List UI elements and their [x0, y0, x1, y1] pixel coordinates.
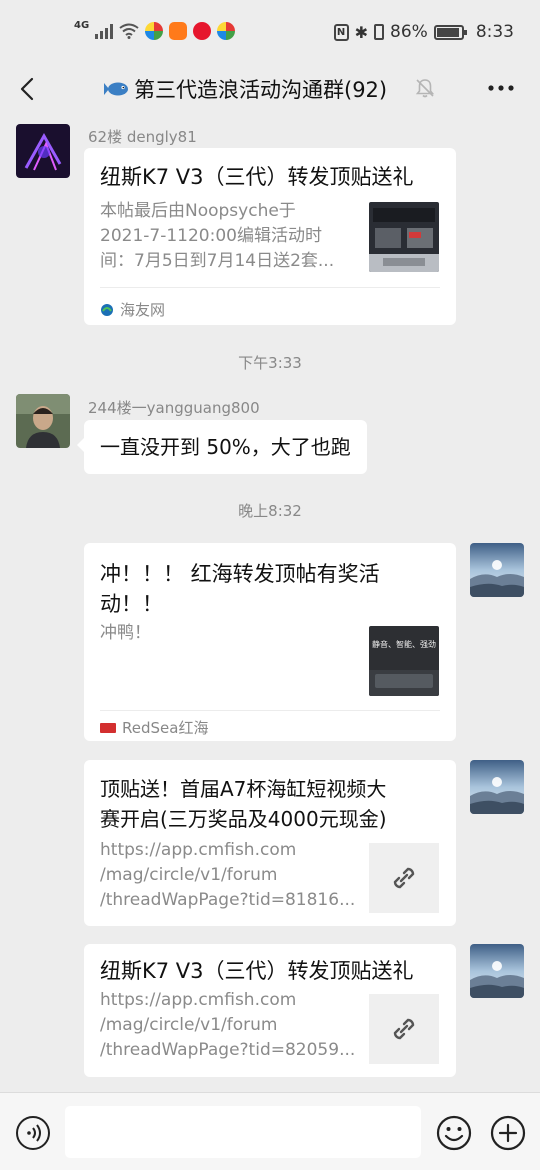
video-app-icon [169, 22, 188, 40]
sender-name: 244楼一yangguang800 [88, 399, 260, 417]
voice-icon [27, 1124, 41, 1142]
card-divider [100, 710, 440, 711]
card-url-line: https://app.cmfish.com [100, 990, 297, 1010]
emoji-icon[interactable] [436, 1115, 472, 1151]
card-title-line: 冲！！！ 红海转发顶帖有奖活 [100, 562, 380, 586]
battery-icon [433, 24, 467, 40]
thumbnail-caption: 静音、智能、强劲 [372, 640, 436, 649]
avatar[interactable] [16, 124, 70, 178]
more-icon[interactable] [486, 78, 516, 98]
card-url: https://app.cmfish.com /mag/circle/v1/fo… [100, 838, 355, 913]
my-avatar[interactable] [470, 944, 524, 998]
link-card[interactable]: 顶贴送！首届A7杯海缸短视频大 赛开启(三万奖品及4000元现金) https:… [84, 760, 456, 926]
chat-title-text: 第三代造浪活动沟通群(92) [134, 78, 388, 102]
status-left: 4G [74, 19, 236, 40]
card-description-line: 本帖最后由Noopsyche于 [100, 201, 296, 221]
chat-title[interactable]: 第三代造浪活动沟通群(92) [104, 74, 387, 104]
card-title: 纽斯K7 V3（三代）转发顶贴送礼 [100, 959, 414, 983]
card-description: 冲鸭！ [100, 623, 151, 643]
back-icon[interactable] [14, 74, 44, 104]
card-url-line: /threadWapPage?tid=82059... [100, 1040, 356, 1060]
link-thumbnail [369, 994, 439, 1064]
avatar[interactable] [16, 394, 70, 448]
article-card[interactable]: 纽斯K7 V3（三代）转发顶贴送礼 本帖最后由Noopsyche于 2021-7… [84, 148, 456, 325]
link-thumbnail [369, 843, 439, 913]
link-icon [393, 867, 415, 889]
link-card[interactable]: 纽斯K7 V3（三代）转发顶贴送礼 https://app.cmfish.com… [84, 944, 456, 1077]
wifi-icon [119, 23, 139, 39]
redsea-logo-icon [100, 722, 116, 733]
card-description: 本帖最后由Noopsyche于 2021-7-1120:00编辑活动时 间：7月… [100, 199, 350, 274]
card-source-name: 海友网 [120, 301, 166, 319]
card-description-line: 间：7月5日到7月14日送2套... [100, 251, 335, 271]
vibrate-icon [374, 24, 385, 40]
message-input[interactable] [65, 1106, 421, 1158]
nav-bar: 第三代造浪活动沟通群(92) [0, 66, 540, 116]
card-url-line: https://app.cmfish.com [100, 840, 297, 860]
card-title: 冲！！！ 红海转发顶帖有奖活 动！！ [100, 559, 430, 619]
card-url-line: /mag/circle/v1/forum [100, 1015, 278, 1035]
card-description-line: 2021-7-1120:00编辑活动时 [100, 226, 322, 246]
card-url-line: /mag/circle/v1/forum [100, 865, 278, 885]
card-thumbnail: 静音、智能、强劲 [369, 626, 439, 696]
text-message[interactable]: 一直没开到 50%，大了也跑 [77, 420, 367, 474]
signal-icon [95, 23, 114, 39]
card-source: RedSea红海 [100, 717, 208, 738]
status-bar: 4G N ✱ 86% 8:33 [0, 0, 540, 66]
card-thumbnail [369, 202, 439, 272]
mute-icon [415, 79, 435, 98]
card-source: 海友网 [100, 299, 165, 320]
card-title: 纽斯K7 V3（三代）转发顶贴送礼 [100, 165, 414, 189]
bluetooth-icon: ✱ [354, 22, 369, 42]
weibo-icon [193, 22, 212, 40]
more-functions-icon[interactable] [490, 1115, 526, 1151]
card-url-line: /threadWapPage?tid=81816... [100, 890, 356, 910]
article-card[interactable]: 冲！！！ 红海转发顶帖有奖活 动！！ 冲鸭！ 静音、智能、强劲 RedSea红海 [84, 543, 456, 741]
network-type: 4G [74, 19, 90, 31]
my-avatar[interactable] [470, 760, 524, 814]
card-divider [100, 287, 440, 288]
app-notification-icon-2 [217, 22, 236, 40]
source-logo-icon [101, 303, 113, 316]
card-title-line: 赛开启(三万奖品及4000元现金) [100, 807, 387, 831]
my-avatar[interactable] [470, 543, 524, 597]
voice-input-button[interactable] [16, 1116, 50, 1150]
timestamp: 下午3:33 [238, 354, 302, 372]
card-title-line: 顶贴送！首届A7杯海缸短视频大 [100, 777, 387, 801]
timestamp: 晚上8:32 [238, 502, 302, 520]
card-url: https://app.cmfish.com /mag/circle/v1/fo… [100, 988, 355, 1063]
battery-percent: 86% [390, 22, 428, 42]
card-title: 顶贴送！首届A7杯海缸短视频大 赛开启(三万奖品及4000元现金) [100, 774, 387, 834]
card-title-line: 动！！ [100, 592, 163, 616]
clock: 8:33 [475, 22, 514, 42]
nfc-icon: N [333, 23, 349, 41]
link-icon [393, 1018, 415, 1040]
chat-area[interactable]: 62楼 dengly81 纽斯K7 V3（三代）转发顶贴送礼 本帖最后由Noop… [0, 116, 540, 1092]
sender-name: 62楼 dengly81 [88, 128, 197, 146]
app-notification-icon [145, 22, 164, 40]
fish-icon [104, 82, 128, 96]
input-bar [0, 1092, 540, 1170]
status-right: N ✱ 86% 8:33 [333, 22, 514, 42]
card-source-name: RedSea红海 [122, 719, 209, 737]
